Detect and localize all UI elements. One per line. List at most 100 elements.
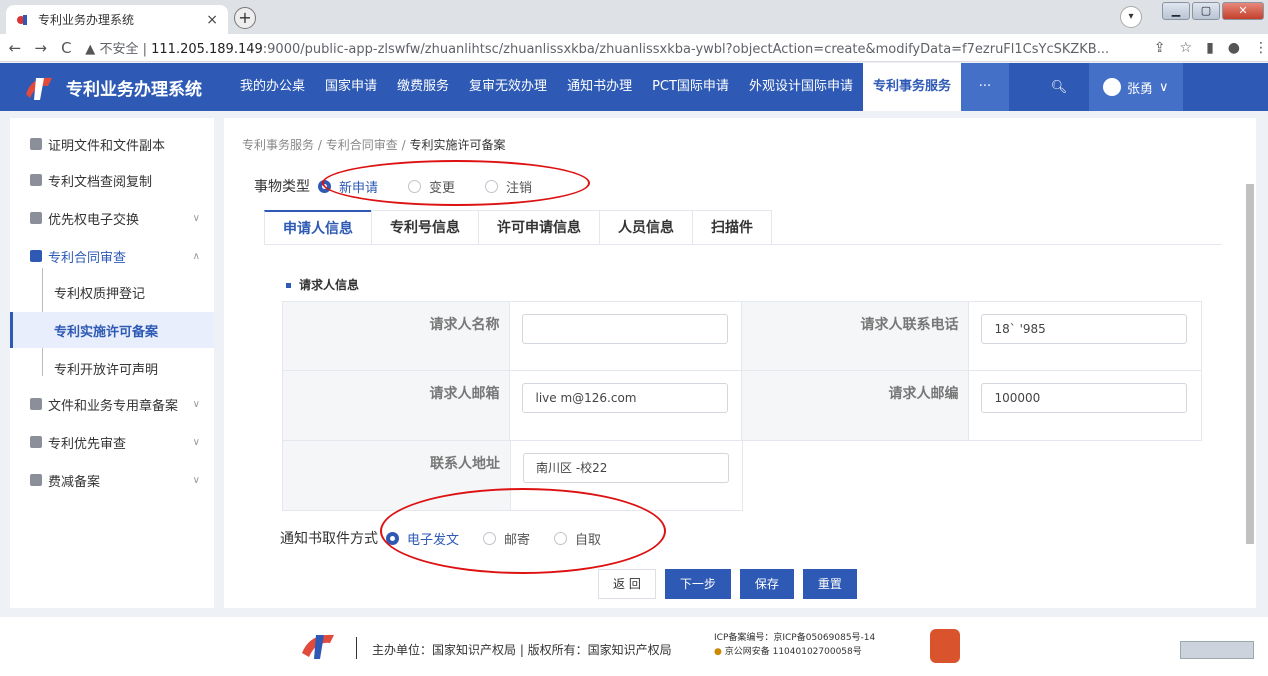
bookmark-star-icon[interactable]: ☆ (1180, 40, 1193, 56)
chevron-up-icon: ∧ (192, 250, 200, 262)
sidepanel-icon[interactable]: ▮ (1206, 40, 1214, 56)
breadcrumb: 专利事务服务 / 专利合同审查 / 专利实施许可备案 (242, 138, 506, 152)
sidebar-item-priority-exchange[interactable]: 优先权电子交换 ∨ (10, 200, 214, 236)
sidebar-item-priority-exam[interactable]: 专利优先审查 ∨ (10, 424, 214, 460)
footer: 主办单位：国家知识产权局 | 版权所有：国家知识产权局 ICP备案编号：京ICP… (0, 617, 1268, 676)
tab-patent-number[interactable]: 专利号信息 (371, 210, 479, 244)
icp-number[interactable]: ICP备案编号：京ICP备05069085号-14 (714, 631, 875, 645)
tab-search-icon[interactable]: ▾ (1120, 6, 1142, 28)
sidebar-item-license-filing[interactable]: 专利实施许可备案 (10, 312, 214, 348)
nav-my-desk[interactable]: 我的办公桌 (230, 63, 315, 111)
notice-method-label: 通知书取件方式 (280, 531, 378, 547)
sidebar-item-pledge[interactable]: 专利权质押登记 (10, 274, 214, 310)
close-window-icon[interactable]: ✕ (1222, 2, 1264, 20)
nav-fee-service[interactable]: 缴费服务 (387, 63, 459, 111)
tray-widget[interactable] (1180, 641, 1254, 659)
footer-icp: ICP备案编号：京ICP备05069085号-14 ● 京公网安备 110401… (714, 631, 875, 659)
tab-license-info[interactable]: 许可申请信息 (478, 210, 600, 244)
nav-patent-affairs[interactable]: 专利事务服务 (862, 63, 961, 111)
sidebar-item-label: 专利权质押登记 (54, 286, 146, 302)
tab-personnel[interactable]: 人员信息 (599, 210, 693, 244)
main-menu: 我的办公桌 国家申请 缴费服务 复审无效办理 通知书办理 PCT国际申请 外观设… (230, 63, 1009, 111)
save-button[interactable]: 保存 (739, 569, 794, 599)
site-favicon-icon (16, 13, 30, 27)
sidebar-item-seal-filing[interactable]: 文件和业务专用章备案 ∨ (10, 386, 214, 422)
search-icon[interactable]: 🔍︎ (1039, 80, 1079, 95)
requester-phone-input[interactable]: 18` '985 (981, 314, 1188, 344)
logo-mark-icon (26, 77, 52, 100)
government-badge-icon[interactable] (930, 629, 960, 663)
copy-icon (30, 174, 42, 186)
scrollbar[interactable] (1244, 170, 1256, 608)
maximize-icon[interactable]: ▢ (1192, 2, 1220, 20)
tab-scans[interactable]: 扫描件 (692, 210, 772, 244)
sidebar-item-open-license[interactable]: 专利开放许可声明 (10, 350, 214, 386)
back-button[interactable]: 返 回 (598, 569, 656, 599)
police-record[interactable]: 京公网安备 11040102700058号 (725, 647, 862, 657)
nav-national-application[interactable]: 国家申请 (315, 63, 387, 111)
requester-zip-input[interactable]: 100000 (981, 383, 1188, 413)
address-bar: ← → C ▲ 不安全 | 111.205.189.149:9000/publi… (0, 34, 1268, 62)
browser-tab[interactable]: 专利业务办理系统 × (6, 5, 228, 34)
form-tabs: 申请人信息 专利号信息 许可申请信息 人员信息 扫描件 (264, 210, 1222, 245)
menu-dots-icon[interactable]: ⋮ (1254, 40, 1268, 56)
police-badge-icon: ● (714, 647, 722, 657)
requester-email-input[interactable]: live m@126.com (522, 383, 729, 413)
user-menu[interactable]: 张勇 ∨ (1088, 63, 1183, 111)
nav-pct[interactable]: PCT国际申请 (642, 63, 739, 111)
reset-button[interactable]: 重置 (802, 569, 857, 599)
exchange-icon (30, 212, 42, 224)
next-button[interactable]: 下一步 (664, 569, 731, 599)
sidebar-item-document-copy[interactable]: 专利文档查阅复制 (10, 162, 214, 198)
footer-org: 主办单位：国家知识产权局 | 版权所有：国家知识产权局 (372, 643, 672, 657)
scrollbar-thumb[interactable] (1246, 184, 1254, 544)
sidebar-item-label: 费减备案 (48, 474, 101, 490)
requester-name-input[interactable] (522, 314, 729, 344)
sidebar-item-label: 专利优先审查 (48, 436, 127, 452)
requester-name-label: 请求人名称 (283, 302, 511, 370)
browser-tab-title: 专利业务办理系统 (38, 13, 135, 27)
sidebar-item-label: 优先权电子交换 (48, 212, 140, 228)
reload-icon[interactable]: C (56, 39, 78, 57)
sidebar-item-contract-review[interactable]: 专利合同审查 ∧ (10, 238, 214, 274)
fee-icon (30, 474, 42, 486)
sidebar-item-label: 专利实施许可备案 (54, 324, 159, 340)
action-buttons: 返 回 下一步 保存 重置 (598, 569, 857, 599)
app-logo[interactable]: 专利业务办理系统 (0, 72, 230, 102)
close-tab-icon[interactable]: × (206, 12, 218, 28)
forward-arrow-icon[interactable]: → (30, 39, 52, 57)
url-host: 111.205.189.149 (151, 42, 263, 57)
nav-reexamination[interactable]: 复审无效办理 (459, 63, 557, 111)
section-title: 请求人信息 (286, 276, 359, 293)
avatar (1102, 78, 1121, 96)
minimize-icon[interactable]: ▁ (1162, 2, 1190, 20)
contract-icon (30, 250, 42, 262)
requester-zip-label: 请求人邮编 (742, 371, 970, 440)
share-icon[interactable]: ⇪ (1154, 40, 1166, 56)
chevron-down-icon: ∨ (192, 436, 200, 448)
nav-more-button[interactable]: ··· (960, 63, 1009, 111)
tab-applicant-info[interactable]: 申请人信息 (264, 210, 372, 244)
sidebar-item-label: 专利文档查阅复制 (48, 174, 153, 190)
url-field[interactable]: ▲ 不安全 | 111.205.189.149:9000/public-app-… (85, 38, 1143, 57)
breadcrumb-item[interactable]: 专利事务服务 (242, 138, 314, 152)
browser-tab-strip: 专利业务办理系统 × + ▾ ▁ ▢ ✕ (0, 0, 1268, 34)
new-tab-button[interactable]: + (234, 7, 256, 29)
annotation-oval (380, 488, 666, 574)
breadcrumb-item[interactable]: 专利合同审查 (326, 138, 398, 152)
requester-email-label: 请求人邮箱 (283, 371, 511, 440)
sidebar-item-certificates[interactable]: 证明文件和文件副本 (10, 126, 214, 162)
priority-icon (30, 436, 42, 448)
sidebar-item-label: 专利开放许可声明 (54, 362, 159, 378)
sidebar: 证明文件和文件副本 专利文档查阅复制 优先权电子交换 ∨ 专利合同审查 ∧ 专利权质… (10, 118, 214, 608)
document-icon (30, 138, 42, 150)
profile-icon[interactable]: ● (1228, 40, 1240, 56)
nav-design-international[interactable]: 外观设计国际申请 (739, 63, 863, 111)
chevron-down-icon: ∨ (192, 212, 200, 224)
sidebar-item-fee-reduction[interactable]: 费减备案 ∨ (10, 462, 214, 498)
url-path: :9000/public-app-zlswfw/zhuanlihtsc/zhua… (262, 42, 1110, 57)
back-arrow-icon[interactable]: ← (4, 39, 26, 57)
nav-notice[interactable]: 通知书办理 (557, 63, 642, 111)
transaction-type-label: 事物类型 (254, 179, 310, 195)
contact-address-input[interactable]: 南川区 -校22 (523, 453, 729, 483)
